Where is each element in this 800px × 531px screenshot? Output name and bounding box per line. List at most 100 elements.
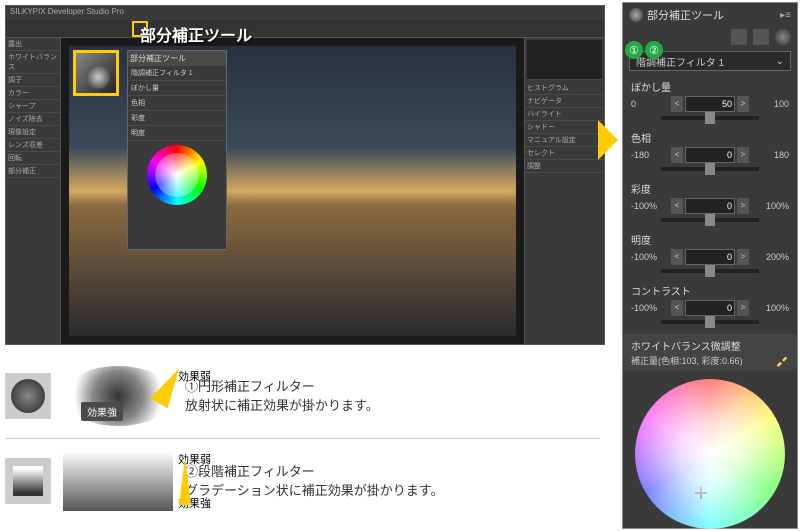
- color-wheel[interactable]: [635, 379, 785, 529]
- left-item[interactable]: 現像設定: [6, 126, 60, 139]
- slider-group: ぼかし量0<>100: [623, 75, 797, 126]
- slider-label: 彩度: [631, 181, 789, 196]
- left-item[interactable]: 露出: [6, 38, 60, 51]
- circular-filter-icon: [5, 373, 51, 419]
- left-item[interactable]: 調子: [6, 74, 60, 87]
- right-info-panel: ヒストグラム ナビゲータ ハイライト シャドー マニュアル設定 セレクト 調整: [524, 38, 604, 344]
- left-item[interactable]: レンズ収差: [6, 139, 60, 152]
- marker-1: ①: [625, 41, 643, 59]
- mini-slider[interactable]: ぼかし量: [128, 81, 226, 96]
- legend2-desc: グラデーション状に補正効果が掛かります。: [185, 481, 605, 501]
- right-item[interactable]: シャドー: [525, 121, 604, 134]
- slider-min: -100%: [631, 303, 661, 313]
- right-item[interactable]: マニュアル設定: [525, 134, 604, 147]
- slider-thumb[interactable]: [705, 112, 715, 124]
- slider-thumb[interactable]: [705, 265, 715, 277]
- mini-slider[interactable]: 彩度: [128, 111, 226, 126]
- right-item[interactable]: セレクト: [525, 147, 604, 160]
- slider-value-input[interactable]: [685, 300, 735, 316]
- right-item[interactable]: ナビゲータ: [525, 95, 604, 108]
- right-item[interactable]: 調整: [525, 160, 604, 173]
- slider-track[interactable]: [661, 116, 759, 120]
- floating-partial-correction-panel[interactable]: 部分補正ツール 階調補正フィルタ 1 ぼかし量 色相 彩度 明度: [127, 50, 227, 250]
- legend-section: 効果弱 効果強 ①円形補正フィルター 放射状に補正効果が掛かります。 効果弱 効…: [5, 360, 605, 517]
- linear-effect-visual: 効果弱 効果強: [63, 451, 173, 511]
- slider-min: -100%: [631, 252, 661, 262]
- left-item[interactable]: ホワイトバランス: [6, 51, 60, 74]
- slider-group: コントラスト-100%<>100%: [623, 279, 797, 330]
- slider-min: 0: [631, 99, 661, 109]
- increment-button[interactable]: >: [737, 147, 749, 163]
- panel-menu-icon[interactable]: ▸≡: [780, 10, 791, 21]
- paste-icon[interactable]: [753, 29, 769, 45]
- image-viewport[interactable]: 部分補正ツール 階調補正フィルタ 1 ぼかし量 色相 彩度 明度: [61, 38, 524, 344]
- left-item[interactable]: ノイズ除去: [6, 113, 60, 126]
- decrement-button[interactable]: <: [671, 300, 683, 316]
- increment-button[interactable]: >: [737, 198, 749, 214]
- slider-track[interactable]: [661, 269, 759, 273]
- panel-title: 部分補正ツール: [647, 7, 780, 23]
- wedge-icon: [150, 364, 187, 409]
- color-wheel-cursor[interactable]: [695, 487, 707, 499]
- decrement-button[interactable]: <: [671, 249, 683, 265]
- left-item[interactable]: 部分補正: [6, 165, 60, 178]
- decrement-button[interactable]: <: [671, 147, 683, 163]
- gradient-filter-icon: [5, 458, 51, 504]
- preview-icon[interactable]: [775, 29, 791, 45]
- slider-track[interactable]: [661, 320, 759, 324]
- copy-icon[interactable]: [731, 29, 747, 45]
- divider: [5, 438, 600, 439]
- wb-label: ホワイトバランス微調整: [631, 338, 789, 353]
- legend2-title: ②段階補正フィルター: [185, 462, 605, 482]
- increment-button[interactable]: >: [737, 96, 749, 112]
- radial-effect-visual: 効果弱 効果強: [63, 366, 173, 426]
- legend1-desc: 放射状に補正効果が掛かります。: [185, 396, 605, 416]
- decrement-button[interactable]: <: [671, 96, 683, 112]
- app-window: SILKYPIX Developer Studio Pro 露出 ホワイトバラン…: [5, 5, 605, 345]
- slider-max: 180: [759, 150, 789, 160]
- slider-label: 色相: [631, 130, 789, 145]
- app-toolbar[interactable]: [6, 20, 604, 38]
- slider-track[interactable]: [661, 167, 759, 171]
- mini-slider[interactable]: 明度: [128, 126, 226, 141]
- slider-group: 色相 -180 < >180: [623, 126, 797, 177]
- mini-dropdown[interactable]: 階調補正フィルタ 1: [128, 66, 226, 81]
- app-titlebar: SILKYPIX Developer Studio Pro: [6, 6, 604, 20]
- slider-thumb[interactable]: [705, 316, 715, 328]
- slider-label: ぼかし量: [631, 79, 789, 94]
- arrow-icon: [598, 120, 618, 160]
- partial-correction-panel: 部分補正ツール ▸≡ ① ② 階調補正フィルタ 1 ⌄ ぼかし量0<>100色相…: [622, 2, 798, 529]
- slider-max: 100%: [759, 303, 789, 313]
- eyedropper-icon[interactable]: [775, 353, 789, 367]
- slider-value-input[interactable]: [685, 198, 735, 214]
- left-item[interactable]: シャープ: [6, 100, 60, 113]
- left-item[interactable]: カラー: [6, 87, 60, 100]
- mini-color-wheel[interactable]: [147, 145, 207, 205]
- preview-image: 部分補正ツール 階調補正フィルタ 1 ぼかし量 色相 彩度 明度: [69, 46, 516, 336]
- slider-label: 明度: [631, 232, 789, 247]
- slider-track[interactable]: [661, 218, 759, 222]
- filter-preview-thumbnail[interactable]: [73, 50, 119, 96]
- wedge-icon: [179, 457, 191, 505]
- white-balance-section: ホワイトバランス微調整 補正量(色相:103, 彩度:0.66): [623, 334, 797, 371]
- histogram: [527, 40, 602, 80]
- right-item[interactable]: ハイライト: [525, 108, 604, 121]
- chevron-down-icon: ⌄: [776, 56, 784, 67]
- legend1-title: ①円形補正フィルター: [185, 377, 605, 397]
- slider-value-input[interactable]: [685, 96, 735, 112]
- slider-min: -180: [631, 150, 661, 160]
- mini-slider[interactable]: 色相: [128, 96, 226, 111]
- panel-icon: [629, 8, 643, 22]
- slider-value-input[interactable]: [685, 249, 735, 265]
- slider-value-input[interactable]: [685, 147, 735, 163]
- left-item[interactable]: 回転: [6, 152, 60, 165]
- slider-thumb[interactable]: [705, 163, 715, 175]
- slider-group: 彩度-100%<>100%: [623, 177, 797, 228]
- increment-button[interactable]: >: [737, 300, 749, 316]
- callout-tool-name: 部分補正ツール: [140, 22, 252, 46]
- decrement-button[interactable]: <: [671, 198, 683, 214]
- slider-thumb[interactable]: [705, 214, 715, 226]
- mini-panel-title: 部分補正ツール: [128, 51, 226, 66]
- increment-button[interactable]: >: [737, 249, 749, 265]
- right-item[interactable]: ヒストグラム: [525, 82, 604, 95]
